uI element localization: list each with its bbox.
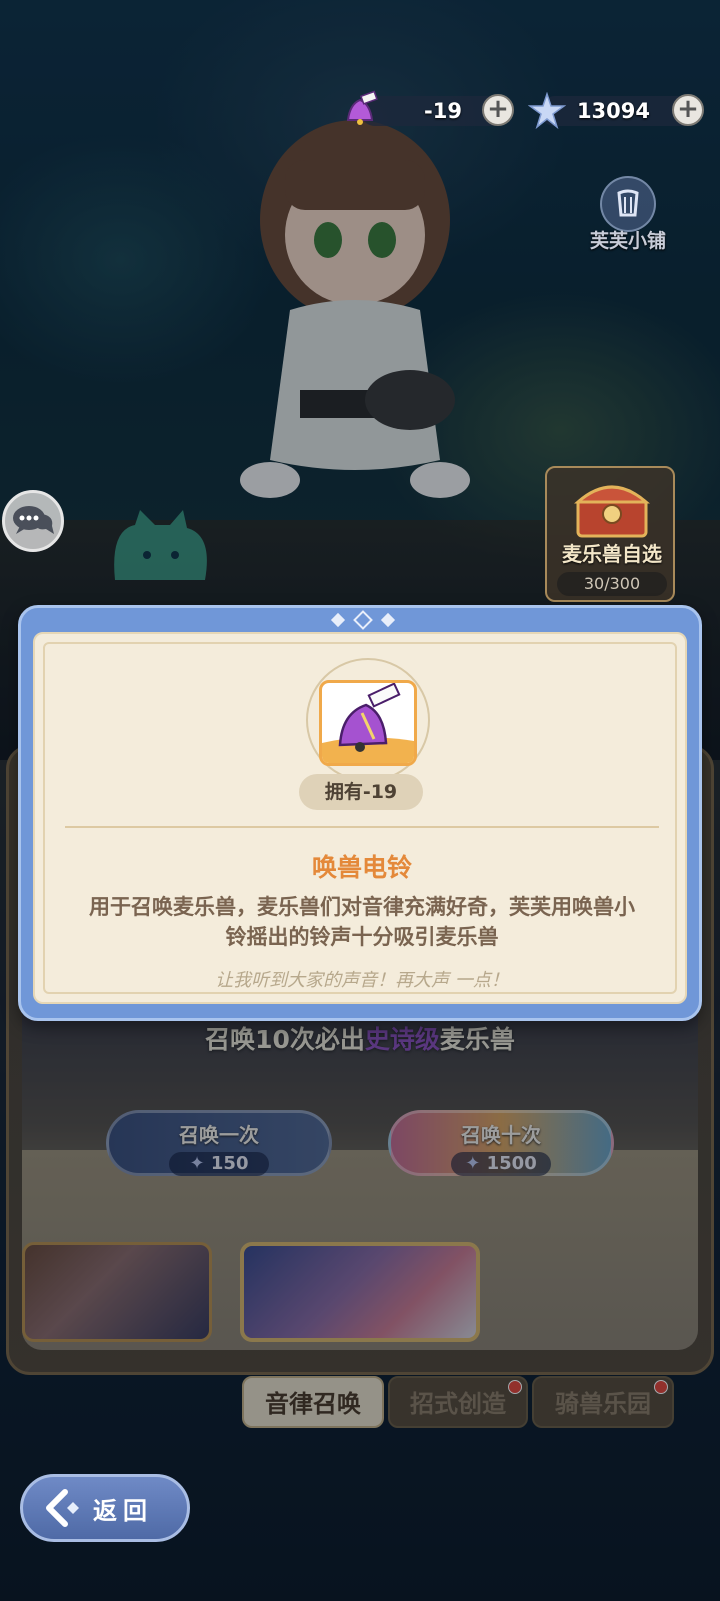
add-bell-button[interactable]: + — [482, 94, 514, 126]
chest-progress: 30/300 — [557, 572, 667, 596]
item-card: 拥有-19 唤兽电铃 用于召唤麦乐兽，麦乐兽们对音律充满好奇，芙芙用唤兽小铃摇出… — [33, 632, 687, 1004]
chest-icon — [574, 485, 650, 538]
bell-count: -19 — [424, 99, 462, 123]
item-detail-dialog: 拥有-19 唤兽电铃 用于召唤麦乐兽，麦乐兽们对音律充满好奇，芙芙用唤兽小铃摇出… — [18, 605, 702, 1021]
back-button[interactable]: 返回 — [20, 1474, 190, 1542]
chat-button[interactable] — [2, 490, 64, 552]
back-arrow-icon — [46, 1489, 79, 1527]
bell-currency: -19 + — [346, 90, 514, 126]
summon-bell-item — [319, 680, 417, 766]
star-count: 13094 — [576, 99, 650, 123]
item-quote: 让我听到大家的声音！再大声 一点！ — [215, 970, 509, 991]
back-label: 返回 — [93, 1496, 153, 1525]
star-currency: 13094 + — [528, 92, 704, 130]
item-description: 用于召唤麦乐兽，麦乐兽们对音律充满好奇，芙芙用唤兽小铃摇出的铃声十分吸引麦乐兽 — [89, 895, 635, 949]
dialog-top-ornament — [330, 610, 396, 630]
pet-selection-chest[interactable]: 麦乐兽自选 30/300 — [545, 466, 675, 602]
add-star-button[interactable]: + — [672, 94, 704, 126]
shop-button[interactable]: 芙芙小铺 — [578, 176, 678, 266]
chest-label: 麦乐兽自选 — [562, 542, 662, 566]
bell-icon — [322, 683, 414, 763]
item-name: 唤兽电铃 — [311, 853, 412, 882]
chat-icon — [13, 506, 54, 534]
lyre-icon — [600, 176, 656, 232]
dialog-divider — [65, 826, 659, 828]
bell-icon — [346, 90, 378, 125]
shop-label: 芙芙小铺 — [589, 230, 666, 252]
star-icon — [528, 92, 566, 130]
owned-count-badge: 拥有-19 — [299, 774, 423, 810]
